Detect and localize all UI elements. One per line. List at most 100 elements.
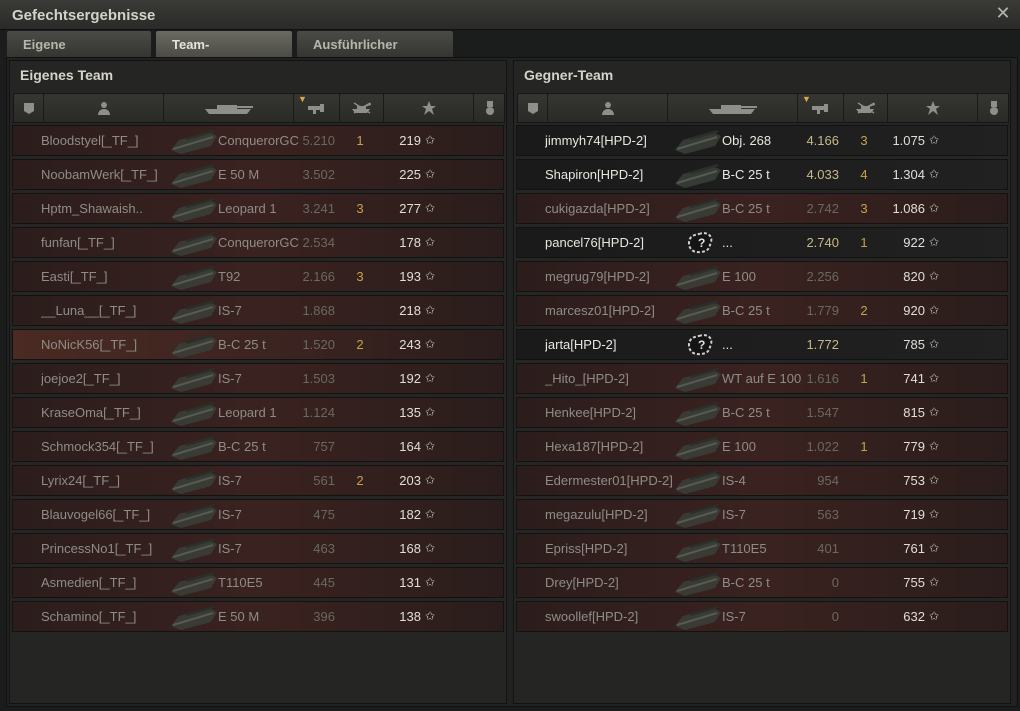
star-icon: ✩: [424, 609, 436, 623]
table-row[interactable]: funfan[_TF_] ConquerorGC 2.534 178 ✩: [12, 227, 504, 258]
damage-value: 0: [831, 575, 839, 590]
close-icon[interactable]: ✕: [994, 4, 1012, 22]
table-row[interactable]: __Luna__[_TF_] IS-7 1.868 218 ✩: [12, 295, 504, 326]
column-header-damage-icon[interactable]: ▼: [294, 94, 340, 122]
table-row[interactable]: _Hito_[HPD-2] WT auf E 100 1.616 1 741 ✩: [516, 363, 1008, 394]
star-icon: ✩: [928, 371, 940, 385]
table-row[interactable]: swoollef[HPD-2] IS-7 0 632 ✩: [516, 601, 1008, 632]
damage-value: 4.166: [806, 133, 839, 148]
damage-value: 0: [831, 609, 839, 624]
player-name: Henkee[HPD-2]: [545, 405, 637, 420]
column-header-player-icon[interactable]: [44, 94, 164, 122]
table-row[interactable]: joejoe2[_TF_] IS-7 1.503 192 ✩: [12, 363, 504, 394]
player-name: Shapiron[HPD-2]: [545, 167, 644, 182]
star-icon: ✩: [424, 337, 436, 351]
column-header-squad-icon[interactable]: [14, 94, 44, 122]
table-row[interactable]: Schmock354[_TF_] B-C 25 t 757 164 ✩: [12, 431, 504, 462]
tank-silhouette-icon: [163, 194, 225, 223]
damage-value: 2.740: [806, 235, 839, 250]
window-title: Gefechtsergebnisse: [12, 7, 156, 24]
table-row[interactable]: jarta[HPD-2]?... 1.772 785 ✩: [516, 329, 1008, 360]
column-header-kills-icon[interactable]: [340, 94, 384, 122]
tank-name: ConquerorGC: [218, 133, 299, 148]
experience-value: 922: [903, 235, 925, 250]
column-header-tank-icon[interactable]: [164, 94, 294, 122]
table-row[interactable]: Blauvogel66[_TF_] IS-7 475 182 ✩: [12, 499, 504, 530]
tank-silhouette-icon: [163, 160, 225, 189]
table-row[interactable]: marcesz01[HPD-2] B-C 25 t 1.779 2 920 ✩: [516, 295, 1008, 326]
column-header-experience-star-icon[interactable]: [888, 94, 978, 122]
kills-value: [853, 534, 875, 563]
star-icon: ✩: [424, 405, 436, 419]
damage-value: 4.033: [806, 167, 839, 182]
table-row[interactable]: Schamino[_TF_] E 50 M 396 138 ✩: [12, 601, 504, 632]
column-header-damage-icon[interactable]: ▼: [798, 94, 844, 122]
column-header-squad-icon[interactable]: [518, 94, 548, 122]
table-row[interactable]: Drey[HPD-2] B-C 25 t 0 755 ✩: [516, 567, 1008, 598]
kills-value: [853, 330, 875, 359]
tank-name: Obj. 268: [722, 133, 772, 148]
table-row[interactable]: Edermester01[HPD-2] IS-4 954 753 ✩: [516, 465, 1008, 496]
table-row[interactable]: Asmedien[_TF_] T110E5 445 131 ✩: [12, 567, 504, 598]
tab-team-auswertung[interactable]: Team-Auswertung: [155, 30, 293, 80]
tank-silhouette-icon: [163, 228, 225, 257]
sort-arrow-icon: ▼: [802, 94, 811, 104]
table-row[interactable]: NoobamWerk[_TF_] E 50 M 3.502 225 ✩: [12, 159, 504, 190]
table-row[interactable]: megazulu[HPD-2] IS-7 563 719 ✩: [516, 499, 1008, 530]
damage-value: 396: [313, 609, 335, 624]
tank-name: T110E5: [218, 575, 263, 590]
tank-silhouette-icon: [667, 126, 729, 155]
tank-silhouette-icon: [163, 602, 225, 631]
tab-ausfuehrlicher-bericht[interactable]: Ausführlicher Bericht: [296, 30, 454, 80]
table-row[interactable]: pancel76[HPD-2]?... 2.740 1 922 ✩: [516, 227, 1008, 258]
table-row[interactable]: Henkee[HPD-2] B-C 25 t 1.547 815 ✩: [516, 397, 1008, 428]
column-header-experience-star-icon[interactable]: [384, 94, 474, 122]
column-header-player-icon[interactable]: [548, 94, 668, 122]
damage-value: 401: [817, 541, 839, 556]
player-name: jarta[HPD-2]: [545, 337, 617, 352]
star-icon: ✩: [928, 167, 940, 181]
tank-silhouette-icon: [667, 432, 729, 461]
table-row[interactable]: jimmyh74[HPD-2] Obj. 268 4.166 3 1.075 ✩: [516, 125, 1008, 156]
table-row[interactable]: Easti[_TF_] T92 2.166 3 193 ✩: [12, 261, 504, 292]
kills-value: [349, 228, 371, 257]
table-row[interactable]: cukigazda[HPD-2] B-C 25 t 2.742 3 1.086 ✩: [516, 193, 1008, 224]
experience-value: 182: [399, 507, 421, 522]
experience-value: 785: [903, 337, 925, 352]
player-name: Edermester01[HPD-2]: [545, 473, 673, 488]
kills-value: [853, 398, 875, 427]
star-icon: ✩: [928, 235, 940, 249]
kills-value: 1: [356, 133, 364, 148]
table-row[interactable]: Hexa187[HPD-2] E 100 1.022 1 779 ✩: [516, 431, 1008, 462]
experience-value: 632: [903, 609, 925, 624]
tank-name: B-C 25 t: [722, 167, 770, 182]
table-row[interactable]: Shapiron[HPD-2] B-C 25 t 4.033 4 1.304 ✩: [516, 159, 1008, 190]
tank-name: IS-7: [722, 609, 746, 624]
column-header-tank-icon[interactable]: [668, 94, 798, 122]
table-row[interactable]: Hptm_Shawaish.. Leopard 1 3.241 3 277 ✩: [12, 193, 504, 224]
damage-value: 2.534: [302, 235, 335, 250]
column-header-medal-icon[interactable]: [474, 94, 506, 122]
table-row[interactable]: megrug79[HPD-2] E 100 2.256 820 ✩: [516, 261, 1008, 292]
column-header-medal-icon[interactable]: [978, 94, 1010, 122]
experience-value: 741: [903, 371, 925, 386]
table-row[interactable]: PrincessNo1[_TF_] IS-7 463 168 ✩: [12, 533, 504, 564]
tank-silhouette-icon: [163, 262, 225, 291]
table-row[interactable]: NoNicK56[_TF_] B-C 25 t 1.520 2 243 ✩: [12, 329, 504, 360]
tank-silhouette-icon: [163, 432, 225, 461]
table-row[interactable]: Bloodstyel[_TF_] ConquerorGC 5.210 1 219 ✩: [12, 125, 504, 156]
table-row[interactable]: Epriss[HPD-2] T110E5 401 761 ✩: [516, 533, 1008, 564]
table-row[interactable]: KraseOma[_TF_] Leopard 1 1.124 135 ✩: [12, 397, 504, 428]
kills-value: 2: [860, 303, 868, 318]
kills-value: [853, 568, 875, 597]
tab-eigene-auswertung[interactable]: Eigene Auswertung: [6, 30, 152, 80]
star-icon: ✩: [928, 439, 940, 453]
tank-name: T110E5: [722, 541, 767, 556]
experience-value: 753: [903, 473, 925, 488]
tank-name: E 100: [722, 269, 756, 284]
experience-value: 138: [399, 609, 421, 624]
table-row[interactable]: Lyrix24[_TF_] IS-7 561 2 203 ✩: [12, 465, 504, 496]
player-name: PrincessNo1[_TF_]: [41, 541, 153, 556]
column-header-kills-icon[interactable]: [844, 94, 888, 122]
experience-value: 225: [399, 167, 421, 182]
